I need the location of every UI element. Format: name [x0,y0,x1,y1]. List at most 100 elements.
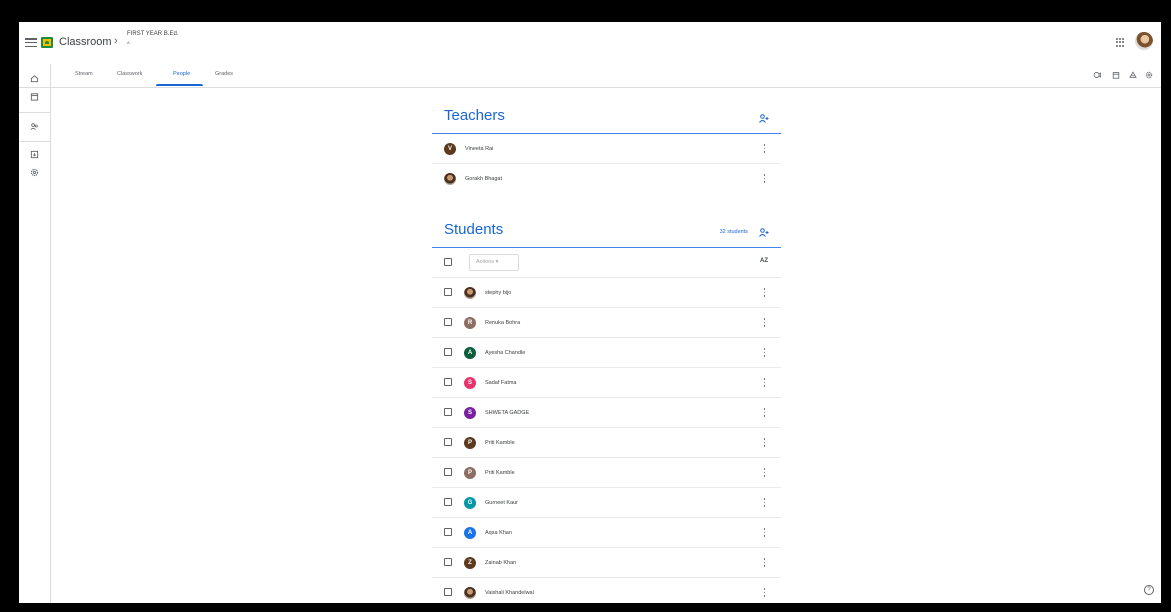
student-row[interactable]: Vaishali Khandelwal [432,578,781,603]
calendar-icon[interactable] [1112,71,1120,79]
avatar: A [464,347,476,359]
more-options-icon[interactable] [763,144,766,153]
more-options-icon[interactable] [763,174,766,183]
classroom-logo-icon[interactable] [41,37,53,48]
person-name[interactable]: Ayesha Chandle [485,350,525,356]
student-checkbox[interactable] [444,468,452,476]
more-options-icon[interactable] [763,348,766,357]
student-row[interactable]: stephy bijo [432,278,781,308]
active-tab-indicator [156,84,203,86]
rail-divider [19,141,51,142]
actions-label: Actions [476,259,495,265]
student-row[interactable]: S Sadaf Fatma [432,368,781,398]
person-name[interactable]: stephy bijo [485,290,511,296]
more-options-icon[interactable] [763,498,766,507]
meet-video-icon[interactable] [1093,71,1101,79]
student-checkbox[interactable] [444,438,452,446]
more-options-icon[interactable] [763,378,766,387]
more-options-icon[interactable] [763,528,766,537]
classroom-window: Classroom › FIRST YEAR B.Ed. A Stream Cl… [19,22,1161,603]
person-name[interactable]: Gurneet Kaur [485,500,518,506]
person-name[interactable]: Zainab Khan [485,560,516,566]
avatar: A [464,527,476,539]
more-options-icon[interactable] [763,408,766,417]
app-header: Classroom › FIRST YEAR B.Ed. A [19,22,1161,64]
teacher-row[interactable]: Gorakh Bhagat [432,164,781,194]
student-checkbox[interactable] [444,408,452,416]
person-name[interactable]: Aqsa Khan [485,530,512,536]
calendar-icon[interactable] [30,92,39,101]
more-options-icon[interactable] [763,318,766,327]
avatar: R [464,317,476,329]
navigation-rail [19,64,51,603]
student-checkbox[interactable] [444,498,452,506]
enrolled-people-icon[interactable] [30,122,39,131]
home-icon[interactable] [30,74,39,83]
avatar: P [464,437,476,449]
main-menu-icon[interactable] [25,38,37,47]
teacher-row[interactable]: V Vineeta Rai [432,134,781,164]
student-row[interactable]: P Priti Kamble [432,428,781,458]
students-toolbar: Actions ▾ AZ [432,248,781,278]
help-icon[interactable]: ? [1144,585,1154,595]
class-name[interactable]: FIRST YEAR B.Ed. [127,31,178,37]
tab-grades[interactable]: Grades [215,71,233,77]
more-options-icon[interactable] [763,468,766,477]
invite-teacher-icon[interactable] [759,114,769,123]
person-name[interactable]: Gorakh Bhagat [465,176,502,182]
people-list: Teachers V Vineeta Rai Gorakh Bhagat Stude… [432,102,781,603]
tab-stream[interactable]: Stream [75,71,93,77]
account-avatar[interactable] [1135,32,1153,50]
students-header: Students 32 students [432,216,781,248]
tab-people[interactable]: People [173,71,190,77]
drive-folder-icon[interactable] [1129,71,1137,79]
more-options-icon[interactable] [763,558,766,567]
breadcrumb-chevron-icon: › [114,35,118,47]
sort-az-icon[interactable]: AZ [760,258,768,264]
more-options-icon[interactable] [763,438,766,447]
student-checkbox[interactable] [444,348,452,356]
tab-classwork[interactable]: Classwork [117,71,142,77]
person-name[interactable]: Renuka Bohra [485,320,520,326]
teachers-header: Teachers [432,102,781,134]
teachers-title: Teachers [444,107,505,124]
select-all-checkbox[interactable] [444,258,452,266]
student-checkbox[interactable] [444,558,452,566]
person-name[interactable]: Sadaf Fatma [485,380,517,386]
student-row[interactable]: A Aqsa Khan [432,518,781,548]
student-checkbox[interactable] [444,528,452,536]
student-row[interactable]: G Gurneet Kaur [432,488,781,518]
settings-gear-icon[interactable] [1145,71,1153,79]
student-checkbox[interactable] [444,588,452,596]
student-row[interactable]: Z Zainab Khan [432,548,781,578]
student-row[interactable]: P Priti Kamble [432,458,781,488]
student-row[interactable]: A Ayesha Chandle [432,338,781,368]
avatar: S [464,377,476,389]
class-section: A [127,40,130,45]
invite-student-icon[interactable] [759,228,769,237]
google-apps-icon[interactable] [1116,38,1125,47]
person-name[interactable]: SHWETA GADGE [485,410,529,416]
avatar [464,287,476,299]
more-options-icon[interactable] [763,288,766,297]
more-options-icon[interactable] [763,588,766,597]
settings-gear-icon[interactable] [30,168,39,177]
person-name[interactable]: Vineeta Rai [465,146,493,152]
student-checkbox[interactable] [444,318,452,326]
person-name[interactable]: Priti Kamble [485,440,515,446]
student-checkbox[interactable] [444,378,452,386]
student-checkbox[interactable] [444,288,452,296]
actions-dropdown[interactable]: Actions ▾ [469,254,519,271]
student-row[interactable]: R Renuka Bohra [432,308,781,338]
avatar: Z [464,557,476,569]
students-title: Students [444,221,504,238]
class-tabs-bar: Stream Classwork People Grades [19,64,1161,88]
student-count: 32 students [719,229,748,235]
student-row[interactable]: S SHWETA GADGE [432,398,781,428]
person-name[interactable]: Priti Kamble [485,470,515,476]
person-name[interactable]: Vaishali Khandelwal [485,590,534,596]
archived-classes-icon[interactable] [30,150,39,159]
app-title[interactable]: Classroom [59,36,112,48]
rail-divider [19,112,51,113]
